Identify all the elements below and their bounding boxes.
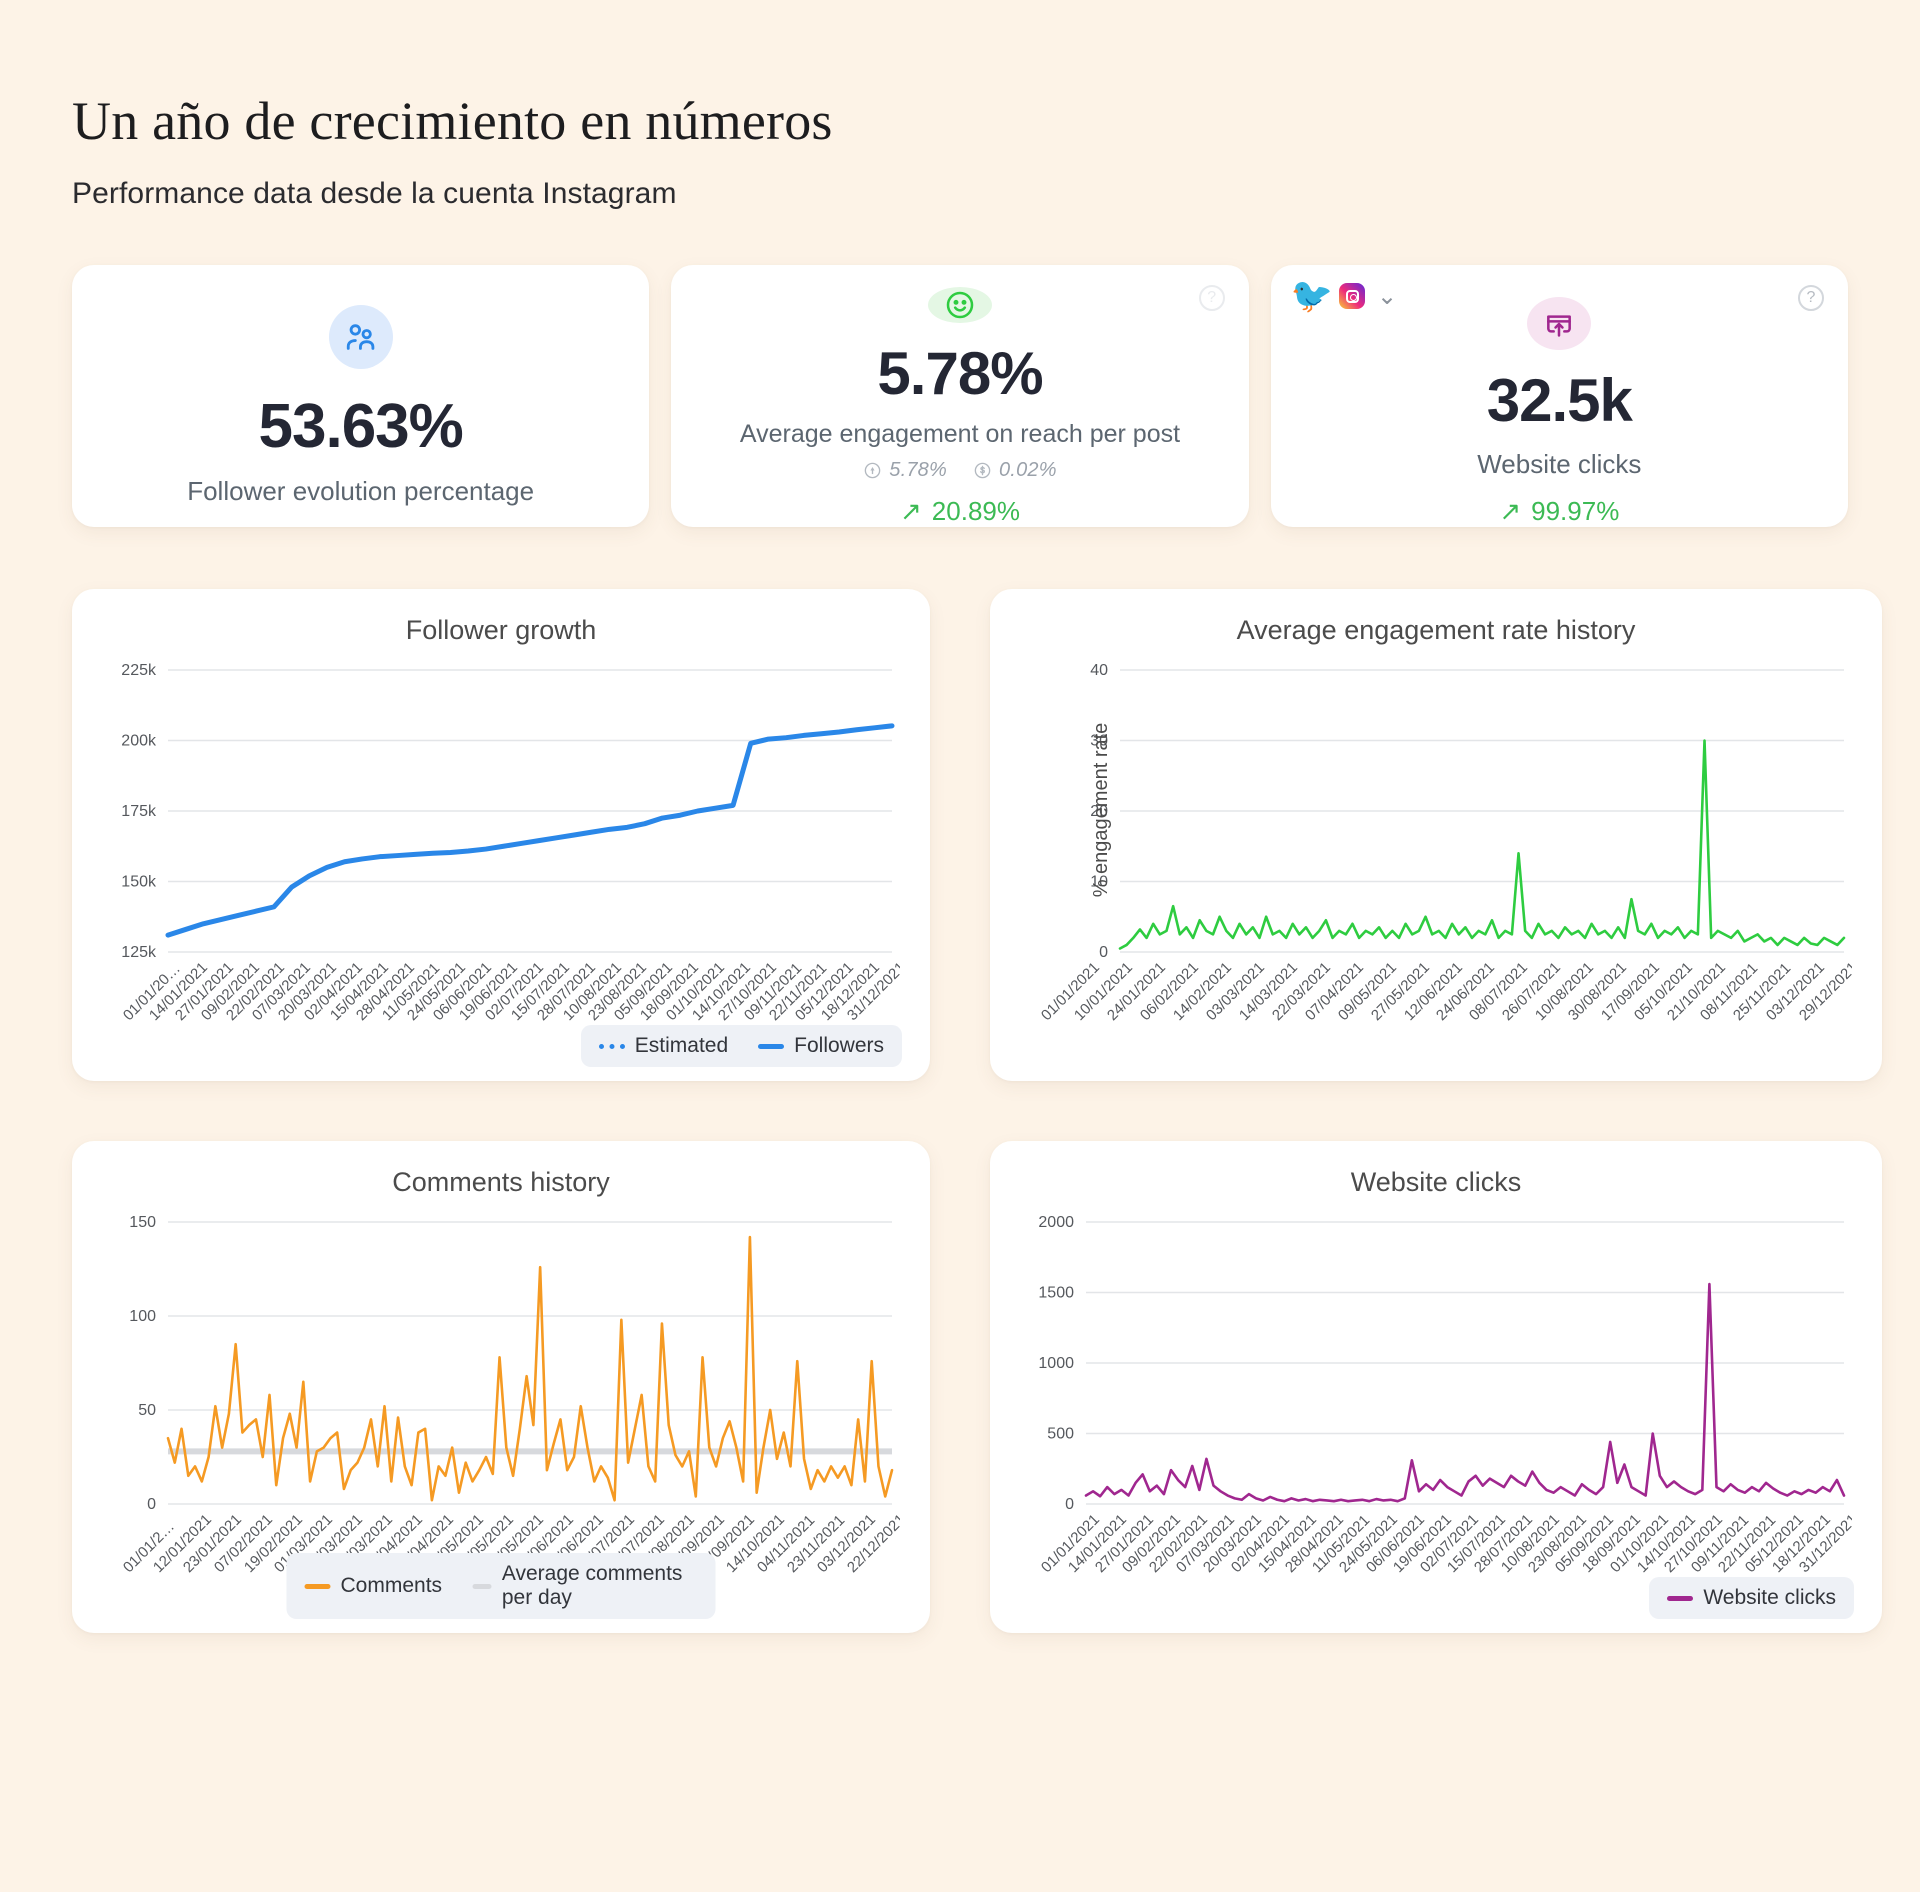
chart-title: Follower growth xyxy=(405,615,597,646)
legend-item[interactable]: Comments xyxy=(304,1574,443,1598)
paid-value: 0.02% xyxy=(998,459,1057,482)
help-icon[interactable]: ? xyxy=(1198,285,1225,312)
chart-title: Comments history xyxy=(392,1167,610,1198)
plot-area: 0 500 1000 1500 2000 xyxy=(1020,1212,1852,1512)
plot-area: % engagement rate 0 10 20 30 40 xyxy=(1020,660,1852,960)
chart-title: Website clicks xyxy=(1350,1167,1522,1198)
trend-up-icon: ↗ xyxy=(900,496,922,527)
legend-item[interactable]: Estimated xyxy=(598,1034,729,1058)
organic-metric: 5.78% xyxy=(863,459,947,482)
avatar: 🐦 xyxy=(1290,277,1333,316)
svg-text:50: 50 xyxy=(138,1402,156,1419)
chart-card-follower-growth: Follower growth 125k 150k 175k 200k 225k 01/… xyxy=(72,589,930,1082)
legend-swatch xyxy=(598,1043,625,1049)
kpi-value: 53.63% xyxy=(258,392,464,462)
x-axis: 01/01/2021 10/01/2021 24/01/2021 06/02/2021… xyxy=(1020,960,1852,1056)
people-icon xyxy=(328,305,393,370)
svg-text:40: 40 xyxy=(1090,662,1108,679)
organic-value: 5.78% xyxy=(889,459,947,482)
svg-text:0: 0 xyxy=(1065,1496,1074,1512)
chart-grid: Follower growth 125k 150k 175k 200k 225k 01/… xyxy=(72,589,1882,1634)
plot-area: 0 50 100 150 xyxy=(102,1212,900,1512)
website-clicks-icon xyxy=(1527,297,1592,351)
kpi-card-website-clicks[interactable]: 🐦 ⌄ ? 32.5k Website clicks ↗ 99.97% xyxy=(1270,265,1848,528)
legend-label: Average comments per day xyxy=(501,1562,683,1610)
legend-swatch xyxy=(1667,1595,1694,1601)
kpi-delta: ↗ 99.97% xyxy=(1499,496,1619,527)
chart-legend[interactable]: Estimated Followers xyxy=(580,1025,902,1068)
svg-text:150: 150 xyxy=(129,1214,156,1231)
kpi-label: Average engagement on reach per post xyxy=(739,420,1181,449)
account-selector[interactable]: 🐦 ⌄ xyxy=(1291,279,1397,313)
svg-text:500: 500 xyxy=(1047,1426,1074,1443)
legend-item[interactable]: Website clicks xyxy=(1667,1586,1836,1610)
trend-up-icon: ↗ xyxy=(1499,496,1522,527)
svg-text:125k: 125k xyxy=(121,944,157,960)
kpi-label: Follower evolution percentage xyxy=(187,476,535,507)
kpi-card-row: 53.63% Follower evolution percentage ? 5… xyxy=(72,265,1848,528)
organic-icon xyxy=(864,463,881,479)
svg-text:1500: 1500 xyxy=(1038,1285,1074,1302)
svg-text:0: 0 xyxy=(147,1496,156,1512)
chart-legend[interactable]: Website clicks xyxy=(1649,1577,1854,1620)
legend-item[interactable]: Average comments per day xyxy=(472,1562,697,1610)
chart-title: Average engagement rate history xyxy=(1236,615,1636,646)
chevron-down-icon[interactable]: ⌄ xyxy=(1377,282,1397,311)
dollar-icon xyxy=(974,463,991,479)
kpi-label: Website clicks xyxy=(1477,449,1642,480)
legend-swatch xyxy=(472,1583,492,1589)
svg-text:200k: 200k xyxy=(121,733,157,750)
chart-card-comments-history: Comments history 0 50 100 150 01/01/2… 12/01… xyxy=(72,1141,930,1634)
kpi-card-engagement[interactable]: ? 5.78% Average engagement on reach per … xyxy=(671,265,1249,528)
dashboard-page: Un año de crecimiento en números Perform… xyxy=(0,0,1920,1892)
legend-item[interactable]: Followers xyxy=(758,1034,884,1058)
chart-card-engagement-rate: Average engagement rate history % engage… xyxy=(990,589,1882,1082)
svg-text:1000: 1000 xyxy=(1038,1355,1074,1372)
kpi-delta: ↗ 20.89% xyxy=(900,496,1020,527)
svg-text:225k: 225k xyxy=(121,662,157,679)
page-title: Un año de crecimiento en números xyxy=(72,91,833,151)
instagram-icon xyxy=(1339,283,1365,310)
legend-label: Comments xyxy=(340,1574,443,1598)
kpi-value: 5.78% xyxy=(877,340,1043,408)
legend-label: Estimated xyxy=(634,1034,729,1058)
y-axis-label: % engagement rate xyxy=(1089,723,1112,898)
svg-text:150k: 150k xyxy=(121,874,157,891)
kpi-card-follower-evolution[interactable]: 53.63% Follower evolution percentage xyxy=(72,265,650,528)
smiley-icon xyxy=(927,287,992,324)
svg-text:175k: 175k xyxy=(121,803,157,820)
page-subtitle: Performance data desde la cuenta Instagr… xyxy=(72,177,677,211)
svg-text:0: 0 xyxy=(1099,944,1108,960)
kpi-delta-value: 20.89% xyxy=(931,496,1020,527)
chart-legend[interactable]: Comments Average comments per day xyxy=(286,1553,716,1620)
legend-label: Followers xyxy=(794,1034,884,1058)
paid-metric: 0.02% xyxy=(973,459,1057,482)
help-icon[interactable]: ? xyxy=(1797,285,1824,312)
svg-text:100: 100 xyxy=(129,1308,156,1325)
plot-area: 125k 150k 175k 200k 225k xyxy=(102,660,900,960)
legend-swatch xyxy=(304,1583,331,1589)
kpi-value: 32.5k xyxy=(1486,367,1633,435)
chart-card-website-clicks: Website clicks 0 500 1000 1500 2000 01/01/20… xyxy=(990,1141,1882,1634)
legend-label: Website clicks xyxy=(1703,1586,1836,1610)
legend-swatch xyxy=(758,1043,785,1049)
svg-text:2000: 2000 xyxy=(1038,1214,1074,1231)
kpi-sub-metrics: 5.78% 0.02% xyxy=(863,459,1057,482)
kpi-delta-value: 99.97% xyxy=(1531,496,1620,527)
